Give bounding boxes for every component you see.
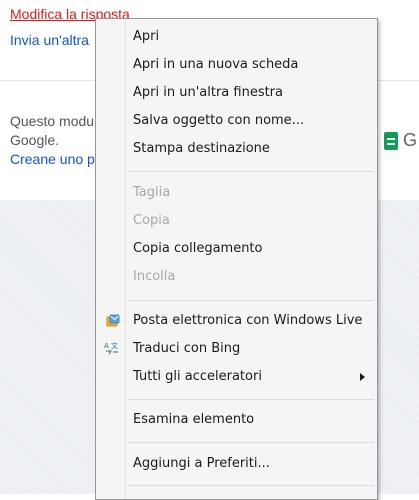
menu-item-label: Aggiungi a Preferiti...	[133, 456, 270, 471]
menu-item-label: Apri in un'altra finestra	[133, 85, 283, 100]
footer-line-1: Questo modu	[10, 113, 95, 129]
menu-item-label: Tutti gli acceleratori	[133, 369, 262, 384]
menu-item-apri-altra-finestra[interactable]: Apri in un'altra finestra	[96, 81, 377, 105]
menu-item-label: Apri	[133, 29, 160, 44]
menu-item-label: Posta elettronica con Windows Live	[133, 313, 363, 328]
menu-item-label: Copia	[133, 213, 170, 228]
menu-item-aggiungi-preferiti[interactable]: Aggiungi a Preferiti...	[96, 452, 377, 476]
menu-item-tutti-acceleratori[interactable]: Tutti gli acceleratori	[96, 365, 377, 389]
submenu-arrow-icon	[360, 373, 365, 381]
submit-another-link[interactable]: Invia un'altra	[10, 32, 89, 48]
context-menu: Apri Apri in una nuova scheda Apri in un…	[95, 18, 378, 500]
footer-text: Questo modu Google. Creane uno p	[10, 112, 95, 169]
menu-item-stampa-destinazione[interactable]: Stampa destinazione	[96, 137, 377, 161]
menu-separator	[128, 442, 374, 443]
svg-text:A: A	[104, 342, 109, 350]
create-form-link[interactable]: Creane uno p	[10, 150, 95, 169]
footer-line-2: Google.	[10, 132, 60, 148]
menu-item-apri[interactable]: Apri	[96, 25, 377, 49]
menu-item-traduci-bing[interactable]: A 文 Traduci con Bing	[96, 337, 377, 361]
menu-item-incolla: Incolla	[96, 265, 377, 289]
menu-separator	[128, 485, 374, 486]
menu-item-label: Copia collegamento	[133, 241, 263, 256]
menu-item-esamina-elemento[interactable]: Esamina elemento	[96, 408, 377, 432]
google-logo-text: G	[403, 130, 418, 150]
menu-item-label: Apri in una nuova scheda	[133, 57, 299, 72]
menu-item-copia: Copia	[96, 209, 377, 233]
menu-item-salva-oggetto[interactable]: Salva oggetto con nome...	[96, 109, 377, 133]
menu-item-label: Stampa destinazione	[133, 141, 270, 156]
menu-item-label: Esamina elemento	[133, 412, 255, 427]
menu-item-label: Taglia	[133, 185, 171, 200]
windows-live-mail-icon	[106, 314, 120, 327]
menu-separator	[128, 399, 374, 400]
menu-item-label: Incolla	[133, 269, 176, 284]
menu-item-taglia: Taglia	[96, 181, 377, 205]
menu-separator	[128, 300, 374, 301]
menu-separator	[128, 171, 374, 172]
menu-item-apri-nuova-scheda[interactable]: Apri in una nuova scheda	[96, 53, 377, 77]
menu-item-label: Salva oggetto con nome...	[133, 113, 305, 128]
menu-item-posta-windows-live[interactable]: Posta elettronica con Windows Live	[96, 309, 377, 333]
svg-text:文: 文	[111, 341, 118, 350]
bing-translate-icon: A 文	[104, 341, 118, 355]
menu-item-label: Traduci con Bing	[133, 341, 241, 356]
menu-item-copia-collegamento[interactable]: Copia collegamento	[96, 237, 377, 261]
google-sheets-icon	[384, 132, 398, 150]
